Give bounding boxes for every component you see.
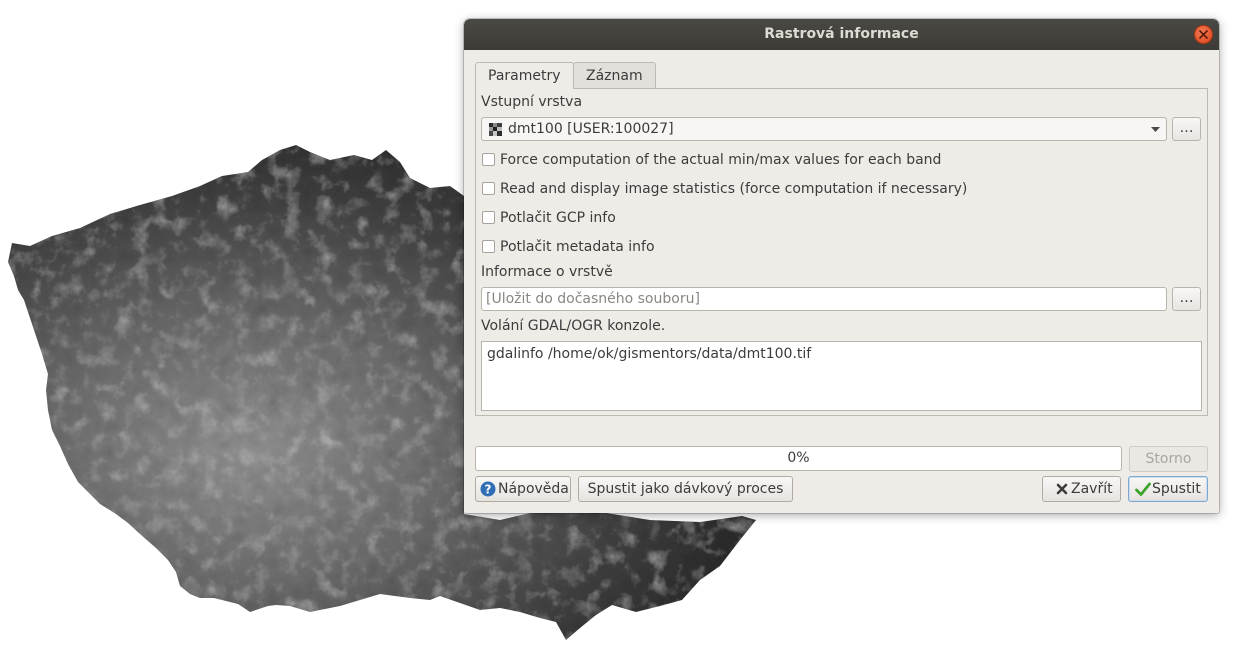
help-button-label: Nápověda <box>498 481 569 497</box>
suppress-gcp-checkbox[interactable] <box>482 211 495 224</box>
raster-layer-icon <box>489 123 502 136</box>
force-minmax-label: Force computation of the actual min/max … <box>500 152 942 168</box>
input-layer-label: Vstupní vrstva <box>481 94 583 110</box>
image-statistics-checkbox[interactable] <box>482 182 495 195</box>
progress-text: 0% <box>787 450 810 466</box>
input-layer-browse-button[interactable]: … <box>1172 117 1201 141</box>
cancel-button[interactable]: Storno <box>1129 446 1208 472</box>
close-button-label: Zavřít <box>1071 481 1113 497</box>
tab-parametry[interactable]: Parametry <box>475 62 574 89</box>
checkmark-icon <box>1135 482 1151 496</box>
dialog-title: Rastrová informace <box>764 26 919 42</box>
raster-info-dialog: Rastrová informace Parametry Záznam Vstu… <box>464 19 1219 513</box>
batch-process-button[interactable]: Spustit jako dávkový proces <box>578 476 793 502</box>
dialog-titlebar[interactable]: Rastrová informace <box>464 19 1219 50</box>
option-force-minmax[interactable]: Force computation of the actual min/max … <box>482 151 942 169</box>
svg-text:?: ? <box>485 483 492 497</box>
close-button[interactable]: Zavřít <box>1042 476 1121 502</box>
run-button[interactable]: Spustit <box>1128 476 1208 502</box>
help-button[interactable]: ? Nápověda <box>475 476 571 502</box>
console-label: Volání GDAL/OGR konzole. <box>481 318 666 334</box>
option-suppress-gcp[interactable]: Potlačit GCP info <box>482 209 642 227</box>
tab-zaznam[interactable]: Záznam <box>573 62 656 88</box>
image-statistics-label: Read and display image statistics (force… <box>500 181 968 197</box>
output-file-field[interactable] <box>481 287 1167 311</box>
chevron-down-icon <box>1151 127 1160 132</box>
desktop: Rastrová informace Parametry Záznam Vstu… <box>0 0 1242 651</box>
output-browse-button[interactable]: … <box>1172 287 1201 311</box>
force-minmax-checkbox[interactable] <box>482 153 495 166</box>
close-window-button[interactable] <box>1194 25 1213 44</box>
input-layer-value: dmt100 [USER:100027] <box>508 121 674 137</box>
output-label: Informace o vrstvě <box>481 264 613 280</box>
suppress-metadata-checkbox[interactable] <box>482 240 495 253</box>
input-layer-select[interactable]: dmt100 [USER:100027] <box>481 117 1167 141</box>
option-suppress-metadata[interactable]: Potlačit metadata info <box>482 238 682 256</box>
run-button-label: Spustit <box>1152 481 1201 497</box>
suppress-gcp-label: Potlačit GCP info <box>500 210 616 226</box>
help-icon: ? <box>480 481 496 497</box>
option-image-statistics[interactable]: Read and display image statistics (force… <box>482 180 967 198</box>
suppress-metadata-label: Potlačit metadata info <box>500 239 655 255</box>
close-x-icon <box>1056 483 1068 495</box>
progress-bar: 0% <box>475 446 1122 471</box>
gdal-console[interactable]: gdalinfo /home/ok/gismentors/data/dmt100… <box>481 341 1202 411</box>
close-icon <box>1199 30 1208 39</box>
